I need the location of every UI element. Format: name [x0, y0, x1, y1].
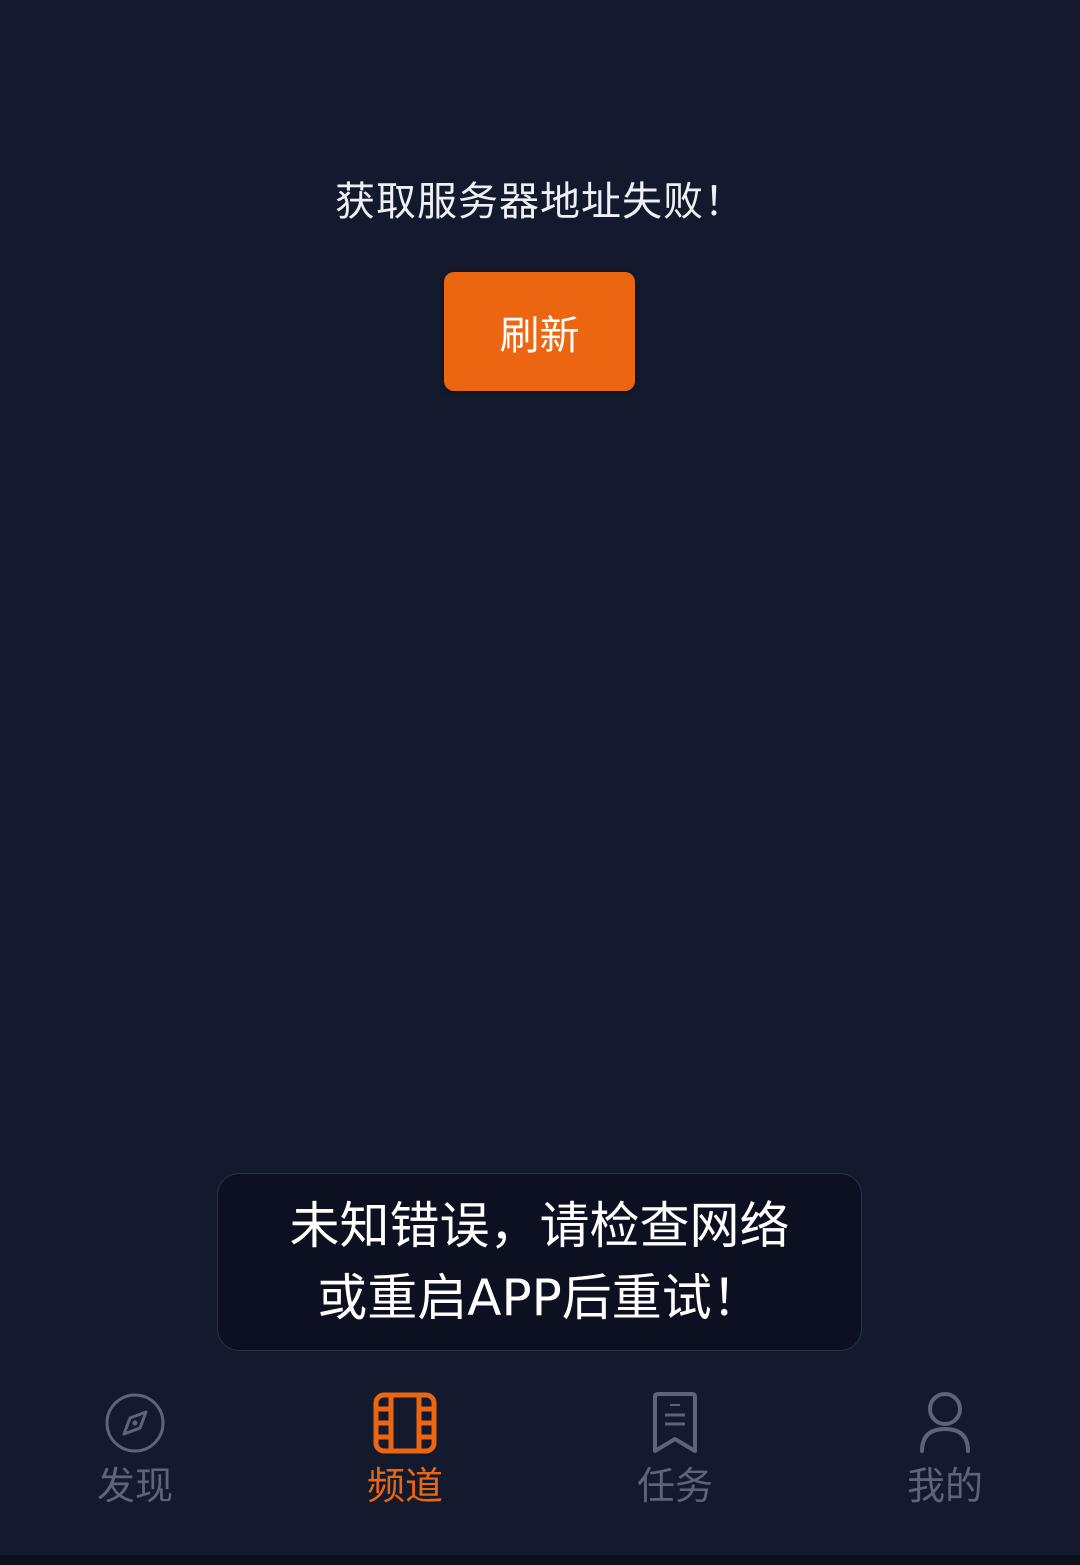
compass-icon	[100, 1388, 170, 1458]
tab-label-channel: 频道	[366, 1464, 443, 1508]
user-icon	[910, 1388, 980, 1458]
error-toast: 未知错误，请检查网络 或重启APP后重试！	[217, 1173, 862, 1351]
bottom-strip	[0, 1555, 1080, 1565]
refresh-button[interactable]: 刷新	[444, 272, 635, 391]
tab-discover[interactable]: 发现	[0, 1372, 270, 1522]
film-icon	[370, 1388, 440, 1458]
bottom-tab-bar: 发现 频道 任务 我的	[0, 1372, 1080, 1555]
tab-channel[interactable]: 频道	[270, 1372, 540, 1522]
tab-label-tasks: 任务	[636, 1464, 713, 1508]
tab-profile[interactable]: 我的	[810, 1372, 1080, 1522]
tab-label-discover: 发现	[96, 1464, 173, 1508]
toast-line-2: 或重启APP后重试！	[317, 1269, 762, 1327]
toast-line-1: 未知错误，请检查网络	[289, 1197, 790, 1255]
tab-tasks[interactable]: 任务	[540, 1372, 810, 1522]
tab-label-profile: 我的	[906, 1464, 983, 1508]
bookmark-icon	[640, 1388, 710, 1458]
error-message: 获取服务器地址失败！	[335, 179, 745, 225]
